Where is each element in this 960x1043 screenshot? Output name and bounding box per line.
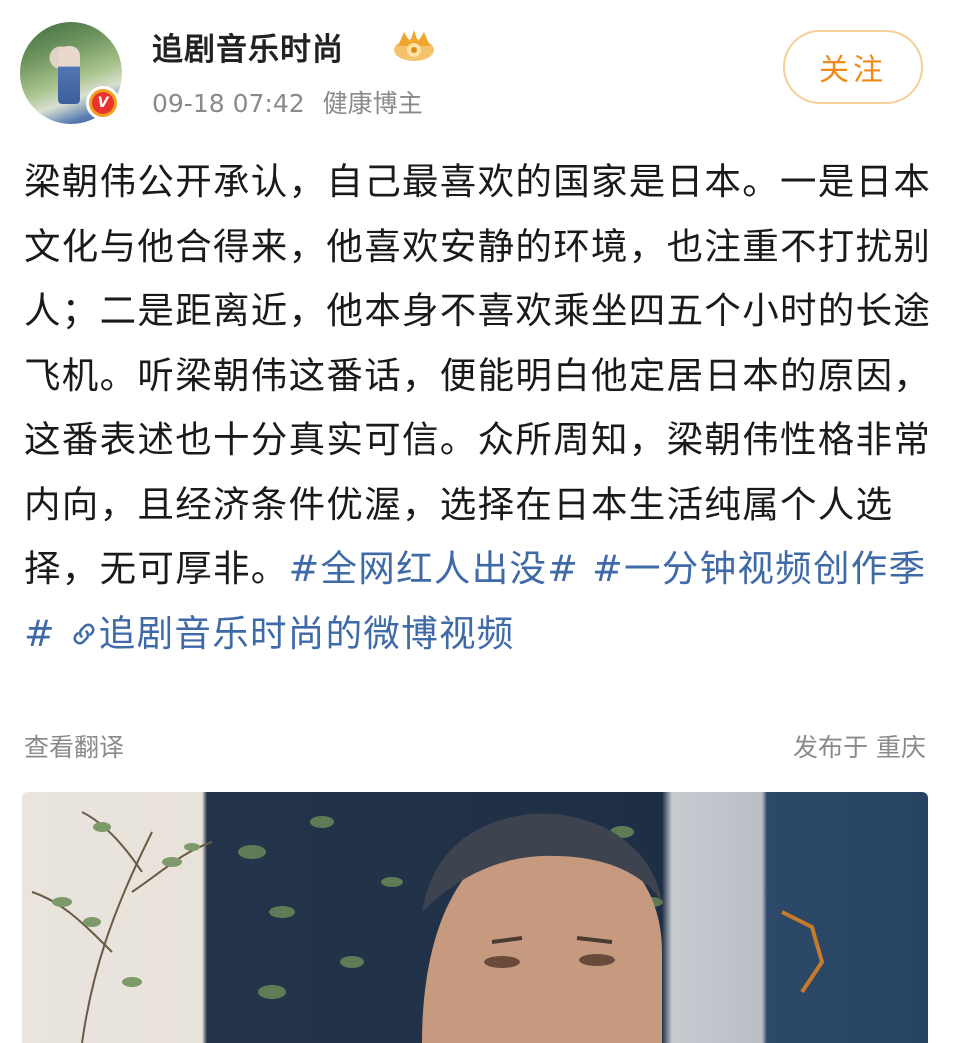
post-text: 梁朝伟公开承认，自己最喜欢的国家是日本。一是日本文化与他合得来，他喜欢安静的环境… <box>24 160 932 590</box>
post-body: 梁朝伟公开承认，自己最喜欢的国家是日本。一是日本文化与他合得来，他喜欢安静的环境… <box>24 150 934 666</box>
hashtag-link[interactable]: #全网红人出没# <box>289 547 580 590</box>
post-header: V 追剧音乐时尚 09-18 07:42 健康博主 关注 <box>0 0 960 140</box>
video-link[interactable]: 追剧音乐时尚的微博视频 <box>99 612 515 655</box>
translate-link[interactable]: 查看翻译 <box>24 728 124 764</box>
crown-badge-icon <box>394 30 434 61</box>
video-thumbnail-art <box>31 811 825 1043</box>
post-meta: 09-18 07:42 健康博主 <box>152 84 423 120</box>
follow-button[interactable]: 关注 <box>783 30 923 104</box>
link-icon <box>69 612 99 655</box>
post-location: 发布于 重庆 <box>793 733 926 762</box>
username[interactable]: 追剧音乐时尚 <box>152 24 344 69</box>
video-thumbnail[interactable] <box>22 792 928 1043</box>
verified-badge-icon: V <box>86 86 120 120</box>
avatar-figure <box>58 46 80 104</box>
user-tag: 健康博主 <box>322 89 423 118</box>
timestamp: 09-18 07:42 <box>152 89 305 118</box>
